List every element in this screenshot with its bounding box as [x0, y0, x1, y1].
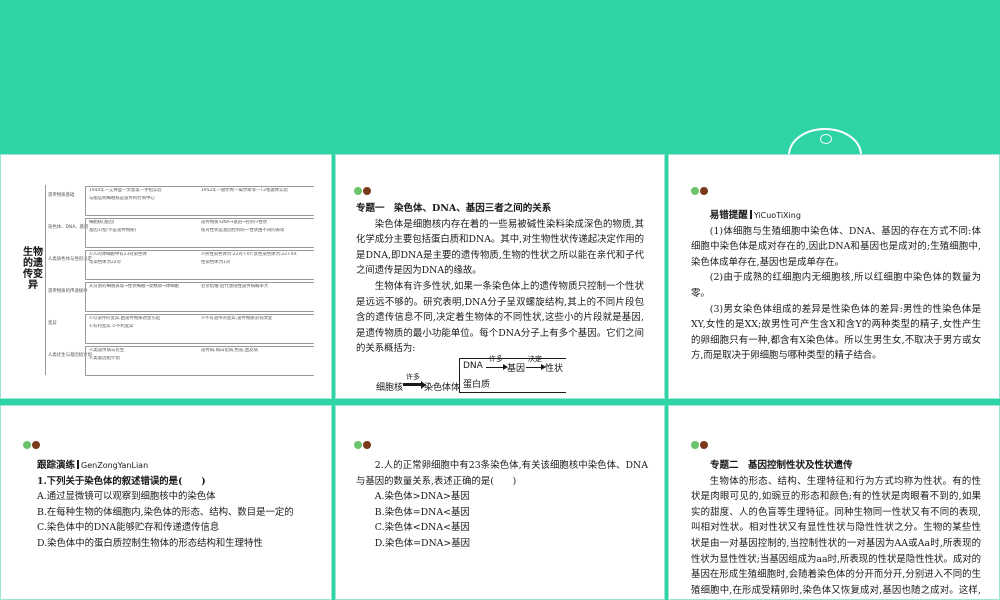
error-reminder-heading: 易错提醒 [709, 210, 748, 221]
topic-two-paragraph: 生物体的形态、结构、生理特征和行为方式均称为性状。有的性状是肉眼可见的,如豌豆的… [691, 475, 981, 596]
question-2: 2.人的正常卵细胞中有23条染色体,有关该细胞核中染色体、DNA与基因的数量关系… [356, 460, 648, 487]
question-1-option-a[interactable]: A.通过显微镜可以观察到细胞核中的染色体 [37, 489, 317, 505]
mind-map-leaf: 1944年—艾弗里—文意美—手指实验 [89, 188, 162, 193]
question-2-option-d[interactable]: D.染色体=DNA>基因 [356, 536, 648, 552]
mind-map-branch-label: 遗传物质基础 [48, 193, 75, 198]
diagram-protein: 蛋白质 [463, 380, 491, 390]
bullet-decoration-icon [691, 187, 713, 195]
mind-map-trunk [45, 185, 46, 375]
mind-map-title: 生物的遗传变异 [23, 247, 43, 291]
mind-map-leaf: ②男性染色体为:22对+XY;女性染色体为:22+XX [201, 252, 297, 257]
slide-practice-two[interactable]: 2.人的正常卵细胞中有23条染色体,有关该细胞核中染色体、DNA与基因的数量关系… [335, 405, 665, 600]
diagram-nucleus: 细胞核 [376, 383, 404, 393]
question-1: 1.下列关于染色体的叙述错误的是( ) [37, 475, 206, 487]
mind-map-leaf: ①可遗传的变异,由遗传物质改变引起 [89, 316, 161, 321]
diagram-arrow-label: 许多 [489, 355, 503, 363]
mind-map-branch-label: 染色体、DNA、基因 [48, 225, 89, 230]
practice-one-content: 跟踪演练 GenZongYanLian 1.下列关于染色体的叙述错误的是( ) A… [37, 458, 317, 552]
error-reminder-heading-row: 易错提醒 YiCuoTiXing [691, 208, 981, 224]
mind-map-leaf: 近亲结婚:后代患隐性遗传病概率大 [201, 284, 269, 289]
bullet-decoration-icon [354, 441, 376, 449]
mind-map-branch-box [85, 218, 314, 248]
question-2-option-a[interactable]: A.染色体>DNA>基因 [356, 489, 648, 505]
question-1-option-d[interactable]: D.染色体中的蛋白质控制生物体的形态结构和生理特性 [37, 536, 317, 552]
error-reminder-paragraph-3: (3)男女染色体组成的差异是性染色体的差异:男性的性染色体是XY,女性的是XX;… [691, 303, 981, 362]
practice-heading-row: 跟踪演练 GenZongYanLian [37, 458, 317, 474]
topic-one-paragraph-2: 生物体有许多性状,如果一条染色体上的遗传物质只控制一个性状是远远不够的。研究表明… [356, 280, 644, 355]
mind-map-leaf: 核对性状是基因控制的一性状由不同的表现 [201, 228, 285, 233]
mind-map-leaf: 与能证明细胞核是遗传的控制中心 [89, 196, 155, 201]
mind-map-leaf: 性染色体为1对 [201, 260, 231, 265]
diagram-arrow [403, 380, 426, 389]
mind-map-leaf: 常染色体为22对 [89, 260, 121, 265]
heading-bar-icon [77, 460, 80, 469]
diagram-chromosome: 染色体 [424, 383, 452, 393]
topic-one-content: 专题一 染色体、DNA、基因三者之间的关系 染色体是细胞核内存在着的一些易被碱性… [356, 201, 644, 357]
question-2-option-b[interactable]: B.染色体=DNA<基因 [356, 505, 648, 521]
bullet-decoration-icon [691, 441, 713, 449]
practice-two-content: 2.人的正常卵细胞中有23条染色体,有关该细胞核中染色体、DNA与基因的数量关系… [356, 458, 648, 552]
heading-bar-icon [749, 210, 752, 219]
topic-two-content: 专题二 基因控制性状及性状遗传 生物体的形态、结构、生理特征和行为方式均称为性状… [691, 458, 981, 599]
slide-topic-one[interactable]: 专题一 染色体、DNA、基因三者之间的关系 染色体是细胞核内存在着的一些易被碱性… [335, 154, 665, 399]
question-1-option-b[interactable]: B.在每种生物的体细胞内,染色体的形态、结构、数目是一定的 [37, 505, 317, 521]
mind-map-leaf: 1952年—赫尔希—威尔斯等—T2噬菌体实验 [201, 188, 288, 193]
practice-heading: 跟踪演练 [37, 460, 76, 471]
slide-topic-two[interactable]: 专题二 基因控制性状及性状遗传 生物体的形态、结构、生理特征和行为方式均称为性状… [668, 405, 1000, 600]
diagram-gene: 基因 [507, 364, 526, 374]
background-ornament [820, 134, 832, 144]
mind-map-leaf: ①有利变异 ②不利变异 [89, 324, 134, 329]
mind-map-leaf: 从分割的细胞表现→性状细胞→受精卵→体细胞 [89, 284, 180, 289]
topic-one-heading: 专题一 染色体、DNA、基因三者之间的关系 [356, 203, 552, 214]
mind-map-leaf: 人类遗传病与优生 [89, 348, 125, 353]
error-reminder-content: 易错提醒 YiCuoTiXing (1)体细胞与生殖细胞中染色体、DNA、基因的存… [691, 208, 981, 364]
diagram-dna: DNA [463, 361, 483, 371]
diagram-arrow-label: 许多 [406, 373, 420, 381]
diagram-arrow [526, 364, 546, 370]
practice-pinyin: GenZongYanLian [81, 461, 149, 470]
mind-map-leaf: 遗传病,如白化病,色盲,血友病 [201, 348, 258, 353]
diagram-arrow [486, 364, 508, 370]
slide-mind-map[interactable]: 生物的遗传变异 遗传物质基础 1944年—艾弗里—文意美—手指实验 1952年—赫尔… [0, 154, 332, 399]
mind-map-leaf: 基因1(指:不是遗传物质) [89, 228, 137, 233]
topic-two-heading: 专题二 基因控制性状及性状遗传 [710, 460, 853, 471]
question-2-option-c[interactable]: C.染色体<DNA<基因 [356, 520, 648, 536]
mind-map-branch-label: 遗传物质的传递规律 [48, 289, 88, 294]
topic-one-paragraph-1: 染色体是细胞核内存在着的一些易被碱性染料染成深色的物质,其化学成分主要包括蛋白质… [356, 218, 644, 277]
bullet-decoration-icon [23, 441, 45, 449]
slide-practice-one[interactable]: 跟踪演练 GenZongYanLian 1.下列关于染色体的叙述错误的是( ) A… [0, 405, 332, 600]
error-reminder-paragraph-2: (2)由于成熟的红细胞内无细胞核,所以红细胞中染色体的数量为零。 [691, 272, 981, 299]
mind-map-leaf: 人类基因组计划 [89, 356, 120, 361]
diagram-trait: 性状 [545, 364, 564, 374]
mind-map-leaf: 遗传物质:DNA→基因→控制→性状 [201, 220, 268, 225]
bullet-decoration-icon [354, 187, 376, 195]
question-1-option-c[interactable]: C.染色体中的DNA能够贮存和传递遗传信息 [37, 520, 317, 536]
mind-map-leaf: ①人的体细胞中有23对染色体 [89, 252, 147, 257]
mind-map-leaf: 细胞核(基因) [89, 220, 115, 225]
slide-error-reminder[interactable]: 易错提醒 YiCuoTiXing (1)体细胞与生殖细胞中染色体、DNA、基因的存… [668, 154, 1000, 399]
error-reminder-pinyin: YiCuoTiXing [753, 211, 801, 220]
error-reminder-paragraph-1: (1)体细胞与生殖细胞中染色体、DNA、基因的存在方式不同:体细胞中染色体是成对… [691, 225, 981, 268]
mind-map-leaf: ②不可遗传的变异,遗传物质没有改变 [201, 316, 273, 321]
diagram-arrow-label: 决定 [528, 355, 542, 363]
mind-map-branch-label: 变异 [48, 321, 57, 326]
